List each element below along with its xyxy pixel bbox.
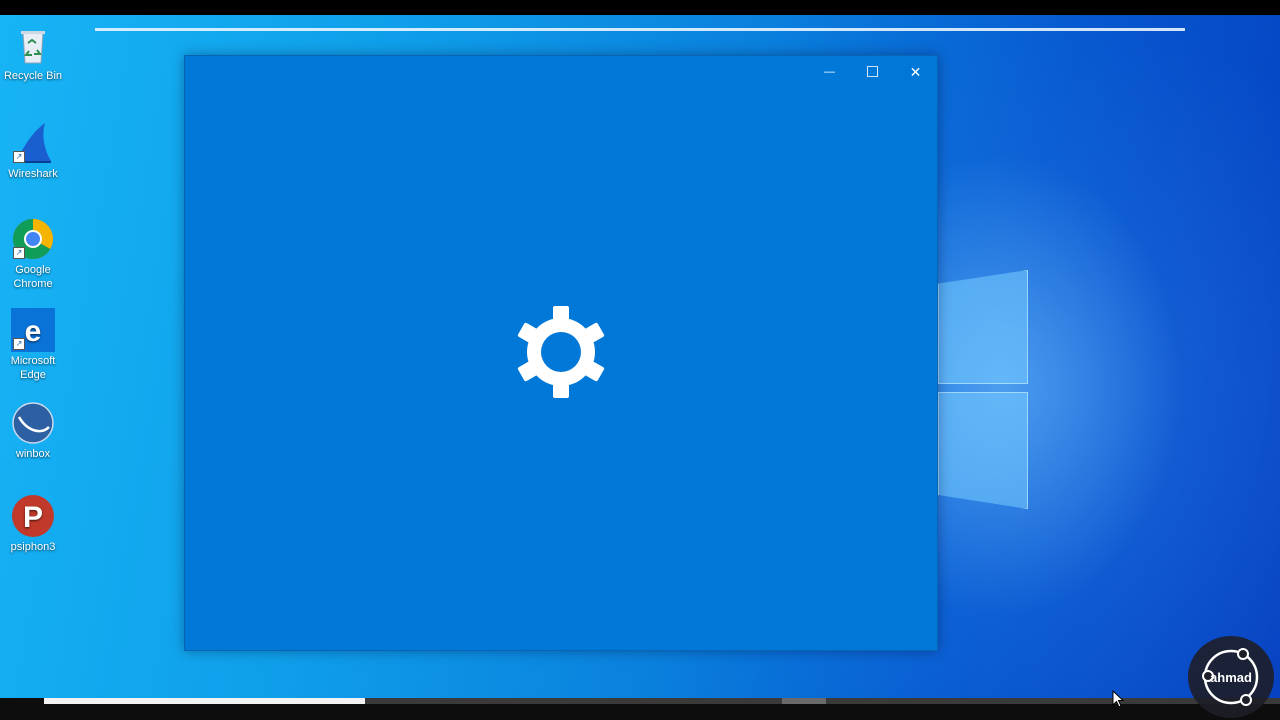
top-progress-line [95, 28, 1185, 31]
close-button[interactable]: ✕ [894, 56, 937, 88]
gear-icon [515, 306, 607, 398]
minimize-button[interactable]: — [808, 56, 851, 88]
desktop-icon-label: winbox [15, 448, 51, 460]
desktop-icon-label: Wireshark [8, 168, 58, 180]
maximize-button[interactable]: ☐ [851, 56, 894, 88]
window-controls: — ☐ ✕ [808, 56, 937, 88]
winbox-icon [11, 401, 55, 445]
desktop-icon-label: Google Chrome [13, 264, 53, 290]
desktop: Recycle Bin ↗ Wireshark ↗ Google Chrome … [0, 15, 1280, 698]
video-progress-bar[interactable] [0, 698, 1280, 720]
mouse-cursor-icon [1112, 689, 1125, 708]
progress-fill [44, 698, 366, 704]
desktop-icon-label: Microsoft Edge [10, 355, 56, 381]
psiphon-icon: P [11, 494, 55, 538]
desktop-icon-recycle-bin[interactable]: Recycle Bin [0, 23, 66, 83]
channel-logo-text: ahmad [1210, 670, 1252, 685]
desktop-icon-label: Recycle Bin [3, 70, 63, 82]
close-icon: ✕ [909, 63, 922, 80]
recycle-bin-icon [11, 23, 55, 67]
desktop-icon-chrome[interactable]: ↗ Google Chrome [0, 217, 66, 291]
progress-buffer [782, 698, 826, 704]
windows-logo [938, 270, 1030, 510]
channel-logo: ahmad [1188, 636, 1274, 718]
settings-window[interactable]: — ☐ ✕ [184, 55, 938, 651]
svg-text:P: P [23, 501, 43, 534]
minimize-icon: — [824, 66, 835, 78]
progress-track[interactable] [44, 698, 1280, 704]
wireshark-icon: ↗ [11, 121, 55, 165]
chrome-icon: ↗ [11, 217, 55, 261]
desktop-icon-winbox[interactable]: winbox [0, 401, 66, 461]
maximize-icon: ☐ [865, 64, 880, 81]
svg-text:e: e [25, 315, 42, 348]
desktop-icon-wireshark[interactable]: ↗ Wireshark [0, 121, 66, 181]
desktop-icon-label: psiphon3 [10, 541, 56, 553]
desktop-icon-psiphon[interactable]: P psiphon3 [0, 494, 66, 554]
desktop-icon-edge[interactable]: e ↗ Microsoft Edge [0, 308, 66, 382]
edge-icon: e ↗ [11, 308, 55, 352]
